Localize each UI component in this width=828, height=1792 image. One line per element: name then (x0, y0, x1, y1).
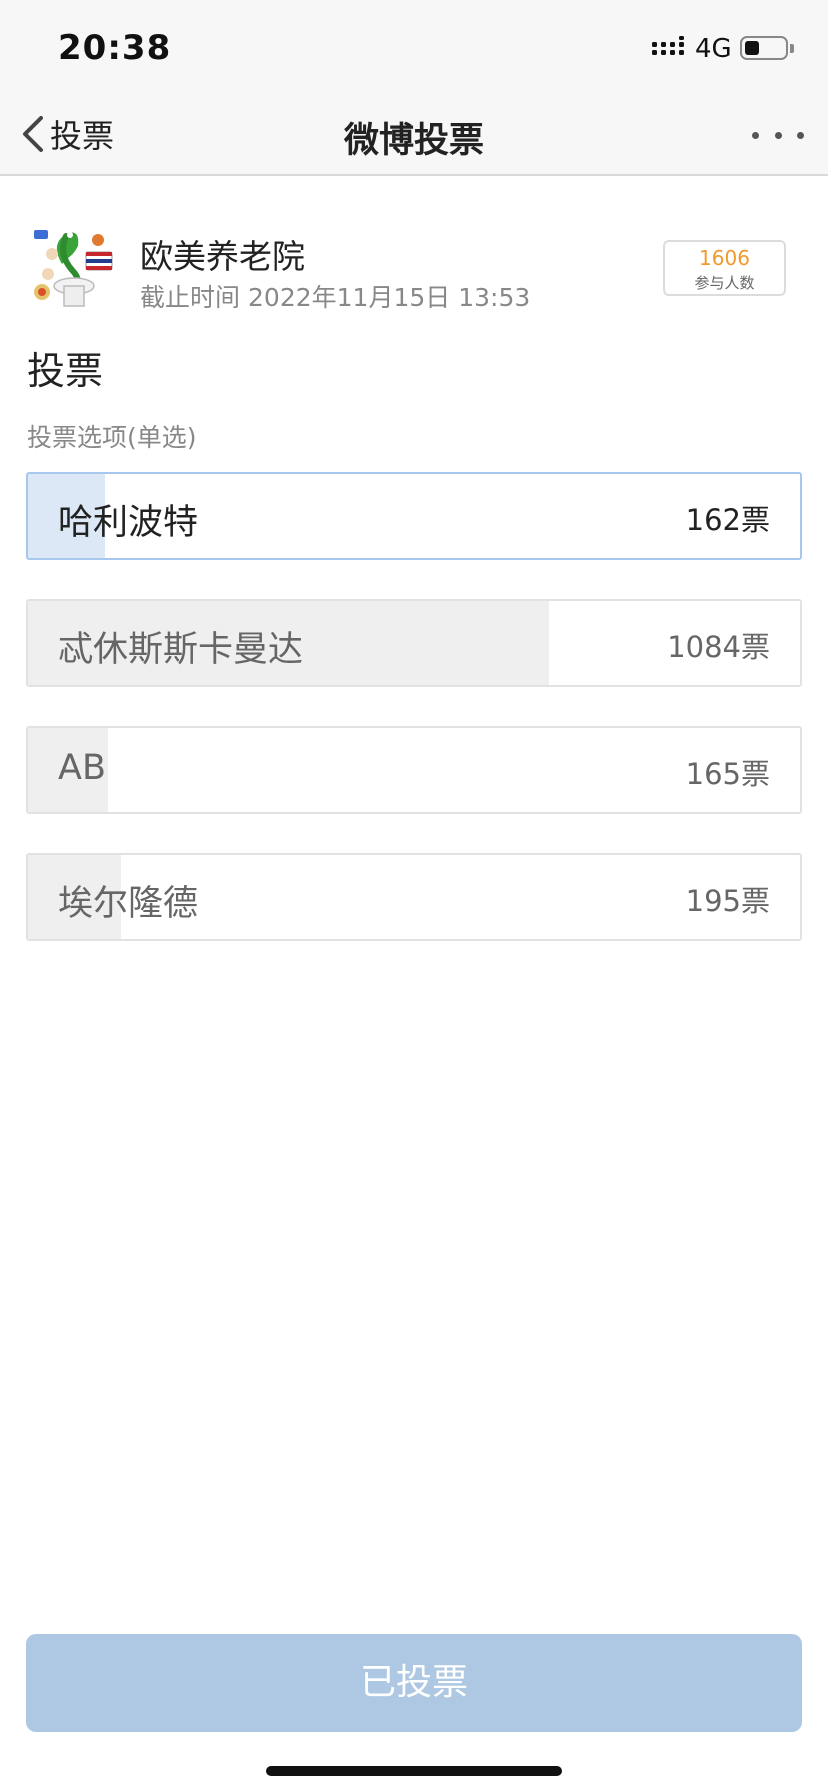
option-label: 哈利波特 (58, 503, 199, 543)
participants-badge: 1606 参与人数 (663, 240, 786, 296)
participants-label: 参与人数 (694, 274, 755, 292)
battery-cap (790, 44, 794, 53)
battery-icon (740, 36, 788, 60)
option-label: AB (58, 748, 106, 788)
status-time: 20:38 (58, 28, 172, 68)
option-label: 埃尔隆德 (58, 884, 199, 924)
signal-icon (652, 36, 684, 55)
vote-option[interactable]: 埃尔隆德 195票 (26, 853, 802, 941)
vote-option[interactable]: 哈利波特 162票 (26, 472, 802, 560)
poll-author[interactable]: 欧美养老院 (140, 230, 305, 278)
option-votes: 165票 (685, 757, 770, 791)
page-title: 微博投票 (343, 121, 484, 161)
avatar[interactable] (28, 224, 116, 312)
more-dot (797, 131, 804, 139)
battery-level (745, 41, 759, 55)
option-votes: 1084票 (667, 630, 770, 664)
more-dot (774, 131, 782, 139)
vote-option[interactable]: 忒休斯斯卡曼达 1084票 (26, 599, 802, 687)
deadline-label: 截止时间 (140, 283, 241, 312)
network-type: 4G (695, 34, 732, 64)
poll-deadline: 截止时间 2022年11月15日 13:53 (140, 278, 538, 314)
participants-count: 1606 (699, 246, 750, 270)
option-votes: 195票 (685, 884, 770, 918)
more-dot (752, 131, 759, 139)
deadline-value: 2022年11月15日 13:53 (248, 283, 531, 312)
option-votes: 162票 (685, 503, 770, 537)
poll-heading: 投票 (27, 349, 104, 393)
home-indicator (266, 1766, 562, 1776)
option-label: 忒休斯斯卡曼达 (58, 630, 304, 670)
voted-button[interactable]: 已投票 (26, 1634, 802, 1732)
status-bar: 20:38 4G (0, 0, 828, 92)
nav-bar: 投票 微博投票 (0, 92, 828, 176)
more-icon[interactable] (752, 120, 804, 150)
poll-type-label: 投票选项(单选) (27, 423, 197, 452)
vote-option[interactable]: AB 165票 (26, 726, 802, 814)
